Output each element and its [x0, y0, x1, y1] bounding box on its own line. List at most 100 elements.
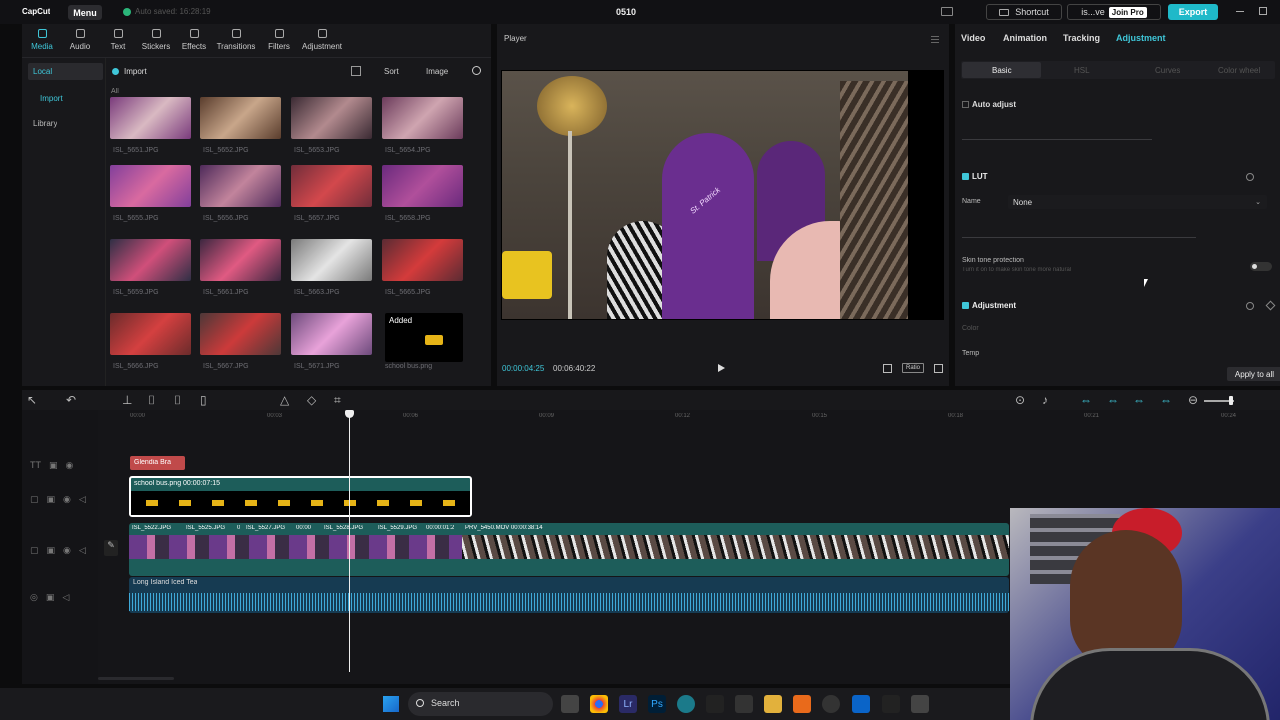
split-left-icon[interactable]: ⌷	[148, 393, 155, 408]
split-right-icon[interactable]: ⌷	[174, 393, 181, 408]
import-button[interactable]: Import	[112, 64, 172, 78]
player-menu-icon[interactable]	[931, 36, 939, 37]
lock-icon[interactable]: ▣	[47, 494, 56, 505]
link-icon[interactable]: ⇔	[1080, 393, 1092, 407]
media-item-thumbnail[interactable]	[291, 97, 372, 139]
eye-icon[interactable]: ◉	[63, 545, 71, 556]
subtab-basic[interactable]: Basic	[992, 66, 1012, 75]
media-item-thumbnail[interactable]	[291, 165, 372, 207]
media-item-thumbnail[interactable]	[200, 165, 281, 207]
preview-canvas[interactable]: St. Patrick	[501, 70, 944, 320]
audio-mute-icon[interactable]: ◁	[62, 592, 69, 603]
account-button[interactable]: is...ve Join Pro	[1067, 4, 1161, 20]
sidebar-item-local[interactable]: Local	[28, 63, 103, 80]
media-item-thumbnail[interactable]	[200, 239, 281, 281]
sort-button[interactable]: Sort	[384, 67, 399, 76]
edge-icon[interactable]	[677, 695, 695, 713]
image-filter-button[interactable]: Image	[426, 67, 448, 76]
lock-icon[interactable]: ▣	[49, 460, 58, 471]
taskbar-search[interactable]: Search	[408, 692, 553, 716]
maximize-icon[interactable]	[1259, 7, 1267, 15]
media-item-thumbnail[interactable]	[382, 239, 463, 281]
tab-adjustment[interactable]: Adjustment	[1116, 33, 1166, 43]
chrome-icon[interactable]	[590, 695, 608, 713]
minimize-icon[interactable]	[1236, 11, 1244, 12]
playhead-handle[interactable]	[345, 410, 354, 418]
magnet-icon[interactable]: ⊙	[1015, 393, 1025, 407]
crop-icon[interactable]: ⌗	[334, 393, 341, 408]
grid-view-icon[interactable]	[351, 66, 361, 76]
export-button[interactable]: Export	[1168, 4, 1218, 20]
subtab-color-wheel[interactable]: Color wheel	[1218, 66, 1260, 75]
lut-intensity-slider[interactable]	[962, 237, 1196, 238]
lightroom-icon[interactable]: Lr	[619, 695, 637, 713]
tab-effects[interactable]: Effects	[174, 27, 214, 55]
tab-adjustment[interactable]: Adjustment	[302, 27, 342, 55]
search-icon[interactable]	[472, 66, 481, 75]
overlay-clip[interactable]: school bus.png 00:00:07:15	[129, 476, 472, 517]
obs-icon[interactable]	[822, 695, 840, 713]
photoshop-icon[interactable]: Ps	[648, 695, 666, 713]
skin-tone-toggle[interactable]	[1250, 262, 1272, 271]
tab-media[interactable]: Media	[22, 27, 62, 55]
adjustment-checkbox[interactable]	[962, 302, 969, 309]
capcut-icon[interactable]	[882, 695, 900, 713]
delete-icon[interactable]: ▯	[200, 393, 207, 407]
tab-transitions[interactable]: Transitions	[216, 27, 256, 55]
rotate-icon[interactable]: ◇	[307, 393, 316, 407]
media-item-school-bus[interactable]: Added	[385, 313, 463, 362]
cover-edit-icon[interactable]: ✎	[104, 540, 118, 556]
join-pro-badge[interactable]: Join Pro	[1108, 6, 1147, 18]
tab-text[interactable]: Text	[98, 27, 138, 55]
layout-icon[interactable]	[941, 7, 953, 16]
folder-icon[interactable]	[764, 695, 782, 713]
main-video-track[interactable]: ISL_5522.JPG ISL_5525.JPG 0 ISL_5527.JPG 00:…	[129, 523, 1009, 576]
vlc-icon[interactable]	[793, 695, 811, 713]
lut-name-select[interactable]: None ⌄	[1008, 195, 1267, 209]
timeline-scrollbar[interactable]	[98, 677, 174, 680]
snap-icon[interactable]: ⇔	[1107, 393, 1119, 407]
apply-to-all-button[interactable]: Apply to all	[1227, 367, 1280, 381]
mic-icon[interactable]: ♪	[1042, 393, 1048, 407]
media-item-thumbnail[interactable]	[291, 239, 372, 281]
text-clip[interactable]: Glendia Bra	[130, 456, 185, 470]
media-item-thumbnail[interactable]	[110, 165, 191, 207]
media-item-thumbnail[interactable]	[110, 313, 191, 355]
capcut-small-icon[interactable]	[706, 695, 724, 713]
fullscreen-icon[interactable]	[934, 364, 943, 373]
sidebar-item-import[interactable]: Import	[40, 94, 63, 103]
outlook-icon[interactable]	[852, 695, 870, 713]
audio-mute-icon[interactable]: ◁	[79, 494, 86, 505]
adjustment-reset-icon[interactable]	[1246, 302, 1254, 310]
undo-icon[interactable]: ↶	[66, 393, 76, 407]
split-icon[interactable]: ⊥	[122, 393, 132, 407]
play-icon[interactable]	[718, 364, 725, 372]
track-link-icon[interactable]: ⇔	[1160, 393, 1172, 407]
start-icon[interactable]	[383, 696, 399, 712]
media-item-thumbnail[interactable]	[110, 97, 191, 139]
auto-adjust-checkbox[interactable]	[962, 101, 969, 108]
subtab-curves[interactable]: Curves	[1155, 66, 1180, 75]
lut-checkbox[interactable]	[962, 173, 969, 180]
media-item-thumbnail[interactable]	[110, 239, 191, 281]
lock-icon[interactable]: ▣	[47, 545, 56, 556]
sidebar-item-library[interactable]: Library	[28, 115, 103, 132]
ratio-button[interactable]: Ratio	[902, 363, 924, 373]
shortcut-button[interactable]: Shortcut	[986, 4, 1062, 20]
media-item-thumbnail[interactable]	[382, 165, 463, 207]
media-item-thumbnail[interactable]	[200, 97, 281, 139]
media-item-thumbnail[interactable]	[382, 97, 463, 139]
audio-track[interactable]: Long Island Iced Tea	[129, 577, 1009, 613]
auto-adjust-slider[interactable]	[962, 139, 1152, 140]
media-item-thumbnail[interactable]	[291, 313, 372, 355]
tab-video[interactable]: Video	[961, 33, 985, 43]
lock-icon[interactable]: ▣	[46, 592, 55, 603]
eye-icon[interactable]: ◉	[66, 460, 74, 471]
tab-tracking[interactable]: Tracking	[1063, 33, 1100, 43]
tab-filters[interactable]: Filters	[259, 27, 299, 55]
keyframe-icon[interactable]	[1265, 300, 1276, 311]
preview-axis-icon[interactable]: ⇔	[1133, 393, 1145, 407]
zoom-handle[interactable]	[1229, 396, 1233, 405]
tab-stickers[interactable]: Stickers	[136, 27, 176, 55]
app-icon[interactable]	[735, 695, 753, 713]
